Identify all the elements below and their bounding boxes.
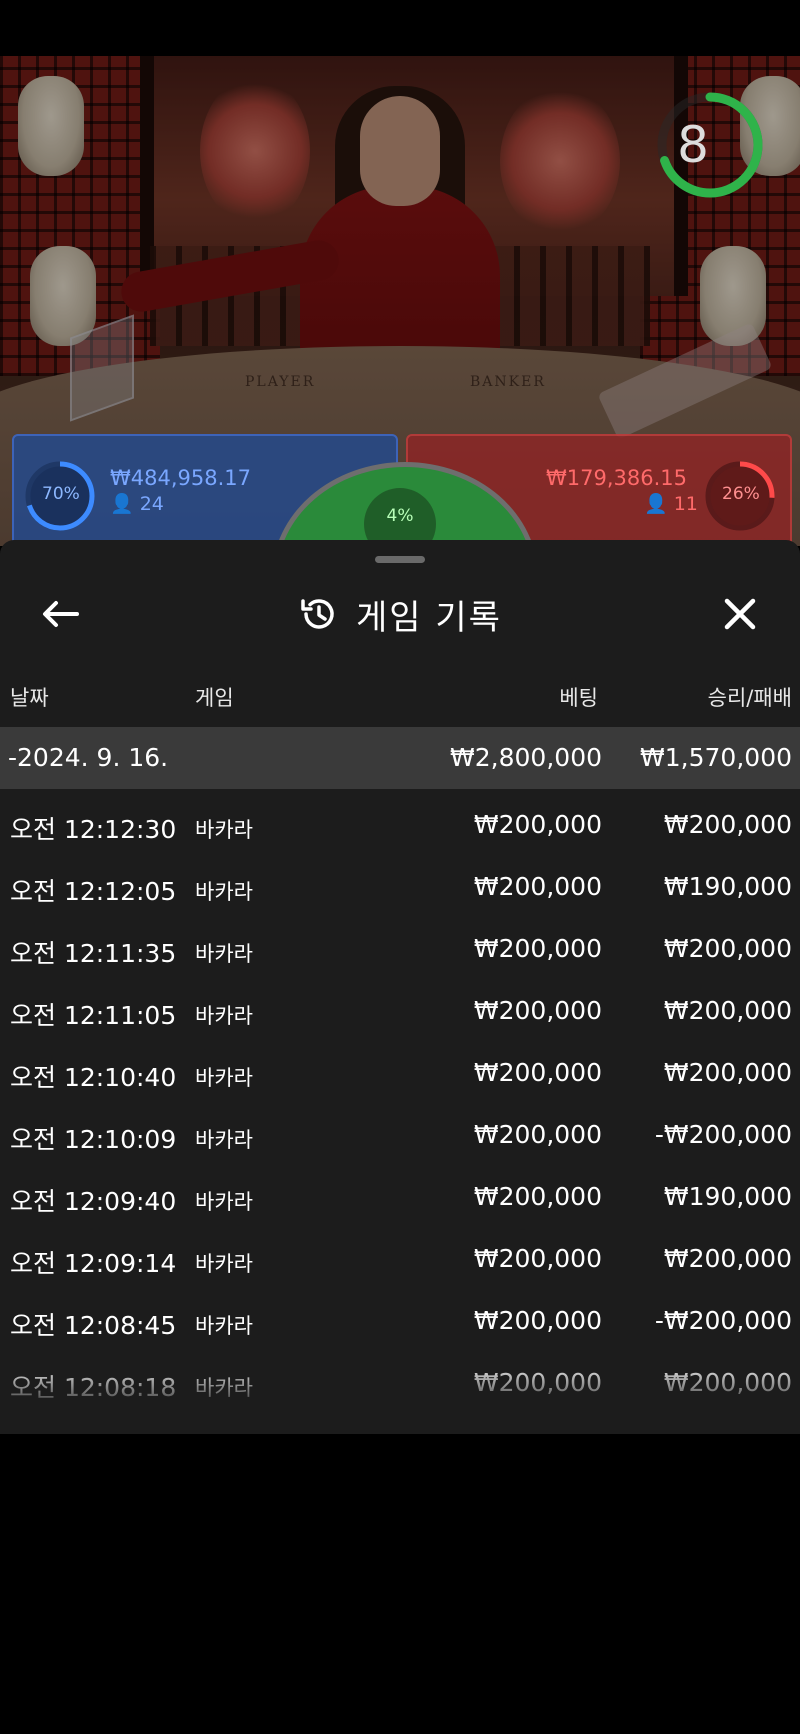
- row-game: 바카라: [195, 1376, 253, 1400]
- player-amount: ₩484,958.17: [110, 466, 252, 490]
- row-result: -₩200,000: [654, 1120, 792, 1149]
- row-result: ₩200,000: [663, 1368, 792, 1397]
- row-time: 오전 12:11:35: [10, 939, 177, 968]
- row-result: ₩200,000: [663, 996, 792, 1025]
- row-game: 바카라: [195, 1252, 253, 1276]
- row-game: 바카라: [195, 1314, 253, 1338]
- date-group-bet-total: ₩2,800,000: [450, 743, 602, 772]
- row-time: 오전 12:12:30: [10, 815, 177, 844]
- game-history-panel: 게임 기록 날짜 게임 베팅 승리/패배 -2024. 9. 16. ₩2,80…: [0, 540, 800, 1434]
- player-percent: 70%: [42, 484, 80, 504]
- history-row[interactable]: 오전 12:10:09 바카라 ₩200,000 -₩200,000: [0, 1104, 800, 1166]
- row-bet: ₩200,000: [473, 1058, 602, 1087]
- history-row[interactable]: 오전 12:12:05 바카라 ₩200,000 ₩190,000: [0, 856, 800, 918]
- history-row[interactable]: 오전 12:09:14 바카라 ₩200,000 ₩200,000: [0, 1228, 800, 1290]
- row-result: ₩200,000: [663, 934, 792, 963]
- panel-title: 게임 기록: [356, 597, 502, 638]
- row-result: ₩200,000: [663, 810, 792, 839]
- column-header-game[interactable]: 게임: [195, 682, 234, 712]
- row-result: ₩190,000: [663, 872, 792, 901]
- row-time: 오전 12:12:05: [10, 877, 177, 906]
- drag-handle[interactable]: [375, 556, 425, 563]
- column-header-result[interactable]: 승리/패배: [708, 682, 792, 712]
- row-bet: ₩200,000: [473, 1306, 602, 1335]
- date-group-result-total: ₩1,570,000: [640, 743, 792, 772]
- column-header-bet[interactable]: 베팅: [559, 682, 598, 712]
- row-game: 바카라: [195, 942, 253, 966]
- row-bet: ₩200,000: [473, 934, 602, 963]
- column-header-date[interactable]: 날짜: [10, 682, 49, 712]
- close-icon: [724, 598, 756, 630]
- tie-percent: 4%: [386, 506, 414, 526]
- user-icon: 👤: [110, 493, 134, 515]
- row-bet: ₩200,000: [473, 1120, 602, 1149]
- player-count: 👤 24: [110, 492, 164, 515]
- row-bet: ₩200,000: [473, 996, 602, 1025]
- row-game: 바카라: [195, 1128, 253, 1152]
- user-icon: 👤: [644, 493, 668, 515]
- countdown-timer-value: 8: [677, 116, 709, 174]
- row-time: 오전 12:09:14: [10, 1249, 177, 1278]
- row-time: 오전 12:10:09: [10, 1125, 177, 1154]
- banker-percent: 26%: [722, 484, 760, 504]
- history-row[interactable]: 오전 12:12:30 바카라 ₩200,000 ₩200,000: [0, 794, 800, 856]
- banker-count-value: 11: [673, 493, 698, 515]
- row-game: 바카라: [195, 880, 253, 904]
- row-bet: ₩200,000: [473, 1244, 602, 1273]
- row-time: 오전 12:08:18: [10, 1373, 177, 1402]
- row-game: 바카라: [195, 1190, 253, 1214]
- date-group-row[interactable]: -2024. 9. 16. ₩2,800,000 ₩1,570,000: [0, 727, 800, 789]
- row-result: ₩190,000: [663, 1182, 792, 1211]
- close-button[interactable]: [710, 584, 770, 644]
- history-row[interactable]: 오전 12:09:40 바카라 ₩200,000 ₩190,000: [0, 1166, 800, 1228]
- history-row[interactable]: 오전 12:08:45 바카라 ₩200,000 -₩200,000: [0, 1290, 800, 1352]
- row-time: 오전 12:10:40: [10, 1063, 177, 1092]
- row-bet: ₩200,000: [473, 872, 602, 901]
- row-game: 바카라: [195, 1066, 253, 1090]
- banker-amount: ₩179,386.15: [546, 466, 688, 490]
- row-game: 바카라: [195, 1004, 253, 1028]
- row-bet: ₩200,000: [473, 1368, 602, 1397]
- history-row[interactable]: 오전 12:08:18 바카라 ₩200,000 ₩200,000: [0, 1352, 800, 1414]
- row-time: 오전 12:11:05: [10, 1001, 177, 1030]
- history-clock-icon: [301, 599, 334, 629]
- banker-count: 👤 11: [644, 492, 698, 515]
- date-group-label: -2024. 9. 16.: [8, 743, 169, 772]
- row-game: 바카라: [195, 818, 253, 842]
- history-row[interactable]: 오전 12:11:05 바카라 ₩200,000 ₩200,000: [0, 980, 800, 1042]
- row-result: ₩200,000: [663, 1058, 792, 1087]
- row-result: ₩200,000: [663, 1244, 792, 1273]
- history-row[interactable]: 오전 12:10:40 바카라 ₩200,000 ₩200,000: [0, 1042, 800, 1104]
- row-time: 오전 12:09:40: [10, 1187, 177, 1216]
- row-bet: ₩200,000: [473, 1182, 602, 1211]
- row-bet: ₩200,000: [473, 810, 602, 839]
- row-time: 오전 12:08:45: [10, 1311, 177, 1340]
- panel-header: 게임 기록: [0, 584, 800, 644]
- player-count-value: 24: [139, 493, 164, 515]
- row-result: -₩200,000: [654, 1306, 792, 1335]
- history-row[interactable]: 오전 12:11:35 바카라 ₩200,000 ₩200,000: [0, 918, 800, 980]
